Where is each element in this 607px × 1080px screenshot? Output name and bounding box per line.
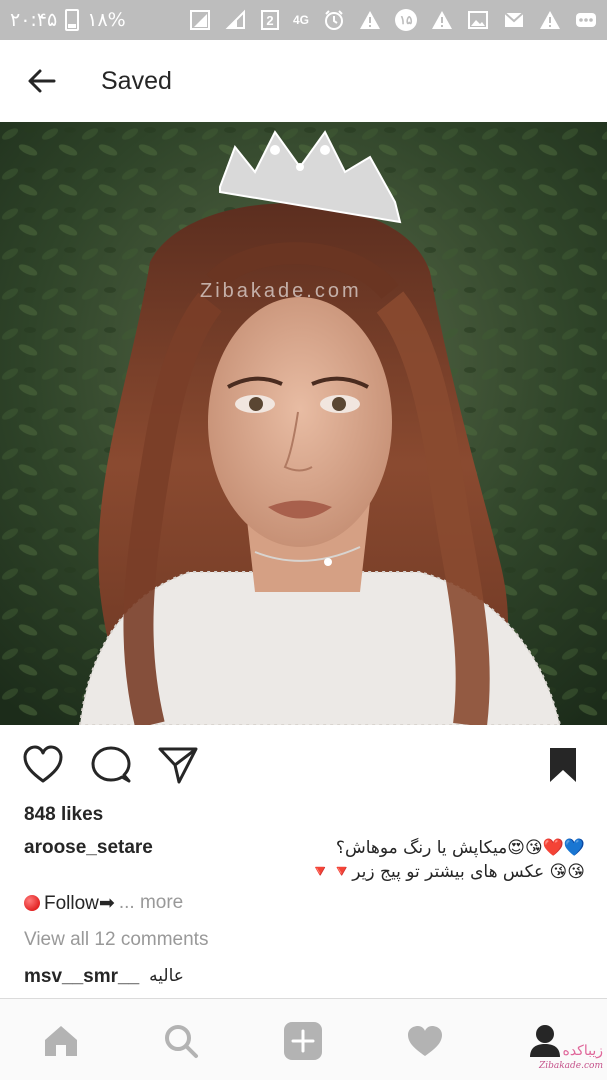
notification-badge: ۱۵ [395,9,417,31]
search-icon [165,1025,198,1058]
comment-button[interactable] [88,742,134,788]
status-bar: ۲۰:۴۵ ۱۸% 2 4G ۱۵ [0,0,607,40]
network-type: 4G [292,12,309,27]
battery-icon [65,9,80,31]
comment-username[interactable]: msv__smr__ [24,966,139,988]
watermark-text: زیباکده [562,1043,604,1059]
caption-line: aroose_setare 💙❤️😘😍میکاپش یا رنگ موهاش؟ [24,835,585,861]
caption-line-follow: Follow➡ ... more [24,890,183,916]
warning-icon [359,9,381,31]
corner-watermark: زیباکده Zibakade.com [539,1044,603,1074]
comment-text: عالیه [149,966,184,986]
share-button[interactable] [155,742,201,788]
nav-add[interactable] [281,1019,325,1063]
status-time: ۲۰:۴۵ [10,9,58,31]
home-icon [45,1026,77,1056]
save-button[interactable] [540,742,586,788]
red-circle-icon [24,895,40,911]
status-icons: 2 4G ۱۵ [189,9,597,31]
like-button[interactable] [20,742,66,788]
image-icon [467,9,489,31]
photo-watermark: Zibakade.com [200,280,362,302]
mail-icon [503,9,525,31]
likes-count[interactable]: 848 likes [24,804,103,826]
back-arrow-icon [28,69,56,93]
add-post-icon [284,1022,322,1060]
post-photo[interactable]: Zibakade.com [0,122,607,725]
alarm-icon [323,9,345,31]
follow-text: Follow➡ [44,892,115,914]
post-username[interactable]: aroose_setare [24,837,153,859]
app-header: Saved [0,40,607,122]
watermark-sub: Zibakade.com [538,1061,603,1071]
bookmark-icon [550,748,576,782]
back-button[interactable] [12,51,72,111]
signal-icon [189,9,211,31]
warning-icon [431,9,453,31]
nav-search[interactable] [159,1019,203,1063]
view-comments-link[interactable]: View all 12 comments [24,929,208,951]
nav-home[interactable] [39,1019,83,1063]
heart-icon [408,1026,442,1056]
signal-icon-2 [225,9,247,31]
caption-text-2: 😘😘 عکس های بیشتر تو پیج زیر🔻🔻 [309,862,585,882]
send-icon [158,747,198,784]
heart-icon [23,745,63,783]
nav-activity[interactable] [403,1019,447,1063]
battery-percent: ۱۸% [87,9,126,31]
more-icon [575,9,597,31]
sim-icon: 2 [260,10,279,30]
more-link[interactable]: ... more [119,892,183,914]
warning-icon [539,9,561,31]
status-left: ۲۰:۴۵ ۱۸% [10,9,126,31]
post-action-bar [0,736,607,794]
caption-text: 💙❤️😘😍میکاپش یا رنگ موهاش؟ [335,838,585,858]
comment-bubble-icon [91,746,131,783]
comment-item: msv__smr__ عالیه [24,966,184,988]
page-title: Saved [101,66,172,95]
bottom-nav: زیباکده Zibakade.com [0,998,607,1080]
